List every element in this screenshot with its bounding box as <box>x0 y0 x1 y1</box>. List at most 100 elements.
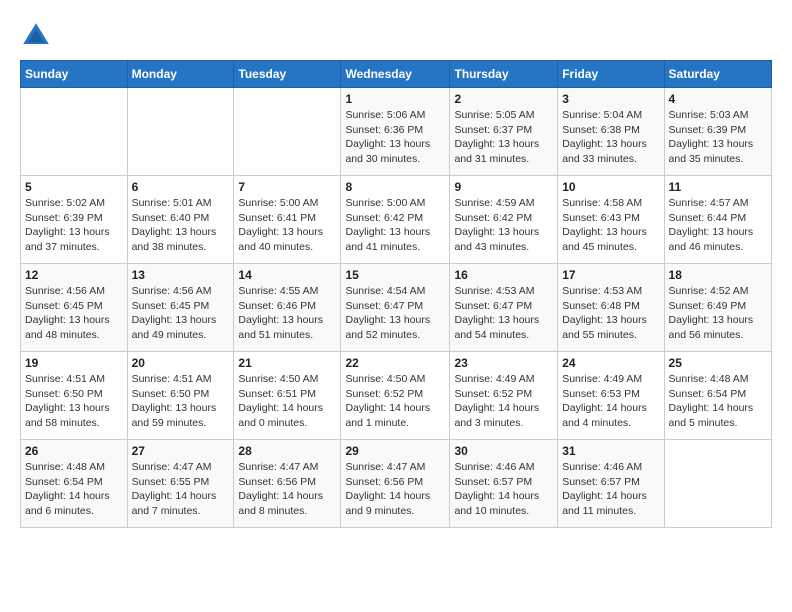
calendar-cell: 4 Sunrise: 5:03 AM Sunset: 6:39 PM Daylig… <box>664 88 771 176</box>
day-header-sunday: Sunday <box>21 61 128 88</box>
calendar-cell: 27 Sunrise: 4:47 AM Sunset: 6:55 PM Dayli… <box>127 440 234 528</box>
day-detail: Sunrise: 4:53 AM Sunset: 6:48 PM Dayligh… <box>562 284 659 343</box>
day-detail: Sunrise: 4:54 AM Sunset: 6:47 PM Dayligh… <box>345 284 445 343</box>
day-number: 21 <box>238 356 336 370</box>
calendar-cell: 28Sunrise: 4:47 AM Sunset: 6:56 PM Dayli… <box>234 440 341 528</box>
week-row-1: 1 Sunrise: 5:06 AM Sunset: 6:36 PM Daylig… <box>21 88 772 176</box>
day-header-thursday: Thursday <box>450 61 558 88</box>
calendar-cell: 7 Sunrise: 5:00 AM Sunset: 6:41 PM Daylig… <box>234 176 341 264</box>
day-number: 23 <box>454 356 553 370</box>
day-detail: Sunrise: 4:53 AM Sunset: 6:47 PM Dayligh… <box>454 284 553 343</box>
day-detail: Sunrise: 4:47 AM Sunset: 6:55 PM Dayligh… <box>132 460 230 519</box>
day-detail: Sunrise: 4:56 AM Sunset: 6:45 PM Dayligh… <box>132 284 230 343</box>
calendar-cell: 16 Sunrise: 4:53 AM Sunset: 6:47 PM Dayli… <box>450 264 558 352</box>
logo <box>20 20 56 52</box>
week-row-4: 19 Sunrise: 4:51 AM Sunset: 6:50 PM Dayli… <box>21 352 772 440</box>
week-row-5: 26Sunrise: 4:48 AM Sunset: 6:54 PM Dayli… <box>21 440 772 528</box>
calendar-cell: 1 Sunrise: 5:06 AM Sunset: 6:36 PM Daylig… <box>341 88 450 176</box>
day-detail: Sunrise: 4:46 AM Sunset: 6:57 PM Dayligh… <box>454 460 553 519</box>
day-detail: Sunrise: 5:02 AM Sunset: 6:39 PM Dayligh… <box>25 196 123 255</box>
day-detail: Sunrise: 4:51 AM Sunset: 6:50 PM Dayligh… <box>25 372 123 431</box>
day-detail: Sunrise: 4:48 AM Sunset: 6:54 PM Dayligh… <box>25 460 123 519</box>
day-detail: Sunrise: 4:47 AM Sunset: 6:56 PM Dayligh… <box>345 460 445 519</box>
day-number: 15 <box>345 268 445 282</box>
day-detail: Sunrise: 4:58 AM Sunset: 6:43 PM Dayligh… <box>562 196 659 255</box>
day-number: 1 <box>345 92 445 106</box>
day-detail: Sunrise: 5:00 AM Sunset: 6:42 PM Dayligh… <box>345 196 445 255</box>
day-number: 9 <box>454 180 553 194</box>
calendar-cell: 19 Sunrise: 4:51 AM Sunset: 6:50 PM Dayli… <box>21 352 128 440</box>
day-header-monday: Monday <box>127 61 234 88</box>
calendar-cell: 18Sunrise: 4:52 AM Sunset: 6:49 PM Dayli… <box>664 264 771 352</box>
day-number: 7 <box>238 180 336 194</box>
calendar-cell: 6Sunrise: 5:01 AM Sunset: 6:40 PM Daylig… <box>127 176 234 264</box>
calendar-cell: 21 Sunrise: 4:50 AM Sunset: 6:51 PM Dayli… <box>234 352 341 440</box>
day-detail: Sunrise: 4:50 AM Sunset: 6:51 PM Dayligh… <box>238 372 336 431</box>
day-detail: Sunrise: 4:49 AM Sunset: 6:52 PM Dayligh… <box>454 372 553 431</box>
calendar-cell: 20 Sunrise: 4:51 AM Sunset: 6:50 PM Dayli… <box>127 352 234 440</box>
day-detail: Sunrise: 5:00 AM Sunset: 6:41 PM Dayligh… <box>238 196 336 255</box>
day-number: 31 <box>562 444 659 458</box>
day-header-tuesday: Tuesday <box>234 61 341 88</box>
day-number: 18 <box>669 268 767 282</box>
day-detail: Sunrise: 4:56 AM Sunset: 6:45 PM Dayligh… <box>25 284 123 343</box>
day-number: 3 <box>562 92 659 106</box>
day-detail: Sunrise: 4:46 AM Sunset: 6:57 PM Dayligh… <box>562 460 659 519</box>
day-detail: Sunrise: 4:51 AM Sunset: 6:50 PM Dayligh… <box>132 372 230 431</box>
day-detail: Sunrise: 4:55 AM Sunset: 6:46 PM Dayligh… <box>238 284 336 343</box>
calendar-cell: 31 Sunrise: 4:46 AM Sunset: 6:57 PM Dayli… <box>558 440 664 528</box>
day-detail: Sunrise: 4:57 AM Sunset: 6:44 PM Dayligh… <box>669 196 767 255</box>
calendar-cell: 9Sunrise: 4:59 AM Sunset: 6:42 PM Daylig… <box>450 176 558 264</box>
day-number: 11 <box>669 180 767 194</box>
day-number: 27 <box>132 444 230 458</box>
day-number: 13 <box>132 268 230 282</box>
calendar-cell: 11 Sunrise: 4:57 AM Sunset: 6:44 PM Dayli… <box>664 176 771 264</box>
calendar-cell <box>664 440 771 528</box>
day-detail: Sunrise: 5:06 AM Sunset: 6:36 PM Dayligh… <box>345 108 445 167</box>
day-header-friday: Friday <box>558 61 664 88</box>
day-number: 12 <box>25 268 123 282</box>
calendar-cell: 2 Sunrise: 5:05 AM Sunset: 6:37 PM Daylig… <box>450 88 558 176</box>
day-detail: Sunrise: 5:03 AM Sunset: 6:39 PM Dayligh… <box>669 108 767 167</box>
day-detail: Sunrise: 4:47 AM Sunset: 6:56 PM Dayligh… <box>238 460 336 519</box>
day-detail: Sunrise: 5:04 AM Sunset: 6:38 PM Dayligh… <box>562 108 659 167</box>
day-number: 10 <box>562 180 659 194</box>
day-number: 4 <box>669 92 767 106</box>
calendar-cell: 14 Sunrise: 4:55 AM Sunset: 6:46 PM Dayli… <box>234 264 341 352</box>
day-detail: Sunrise: 5:01 AM Sunset: 6:40 PM Dayligh… <box>132 196 230 255</box>
calendar-cell <box>234 88 341 176</box>
day-number: 17 <box>562 268 659 282</box>
day-number: 20 <box>132 356 230 370</box>
calendar-cell: 13 Sunrise: 4:56 AM Sunset: 6:45 PM Dayli… <box>127 264 234 352</box>
day-detail: Sunrise: 5:05 AM Sunset: 6:37 PM Dayligh… <box>454 108 553 167</box>
calendar-cell: 3 Sunrise: 5:04 AM Sunset: 6:38 PM Daylig… <box>558 88 664 176</box>
day-number: 14 <box>238 268 336 282</box>
calendar-cell: 23 Sunrise: 4:49 AM Sunset: 6:52 PM Dayli… <box>450 352 558 440</box>
day-number: 16 <box>454 268 553 282</box>
calendar-cell: 5 Sunrise: 5:02 AM Sunset: 6:39 PM Daylig… <box>21 176 128 264</box>
day-detail: Sunrise: 4:48 AM Sunset: 6:54 PM Dayligh… <box>669 372 767 431</box>
page-container: SundayMondayTuesdayWednesdayThursdayFrid… <box>20 20 772 528</box>
calendar-cell: 26Sunrise: 4:48 AM Sunset: 6:54 PM Dayli… <box>21 440 128 528</box>
day-number: 8 <box>345 180 445 194</box>
calendar-cell: 24 Sunrise: 4:49 AM Sunset: 6:53 PM Dayli… <box>558 352 664 440</box>
day-number: 22 <box>345 356 445 370</box>
calendar-cell: 17 Sunrise: 4:53 AM Sunset: 6:48 PM Dayli… <box>558 264 664 352</box>
day-number: 19 <box>25 356 123 370</box>
header-row: SundayMondayTuesdayWednesdayThursdayFrid… <box>21 61 772 88</box>
week-row-3: 12 Sunrise: 4:56 AM Sunset: 6:45 PM Dayli… <box>21 264 772 352</box>
header <box>20 20 772 52</box>
calendar-cell: 22 Sunrise: 4:50 AM Sunset: 6:52 PM Dayli… <box>341 352 450 440</box>
calendar-cell: 10 Sunrise: 4:58 AM Sunset: 6:43 PM Dayli… <box>558 176 664 264</box>
day-number: 24 <box>562 356 659 370</box>
day-detail: Sunrise: 4:49 AM Sunset: 6:53 PM Dayligh… <box>562 372 659 431</box>
day-header-saturday: Saturday <box>664 61 771 88</box>
day-number: 2 <box>454 92 553 106</box>
day-detail: Sunrise: 4:50 AM Sunset: 6:52 PM Dayligh… <box>345 372 445 431</box>
calendar-cell: 30 Sunrise: 4:46 AM Sunset: 6:57 PM Dayli… <box>450 440 558 528</box>
calendar-cell <box>21 88 128 176</box>
day-number: 30 <box>454 444 553 458</box>
calendar-cell <box>127 88 234 176</box>
calendar-cell: 15 Sunrise: 4:54 AM Sunset: 6:47 PM Dayli… <box>341 264 450 352</box>
day-number: 5 <box>25 180 123 194</box>
